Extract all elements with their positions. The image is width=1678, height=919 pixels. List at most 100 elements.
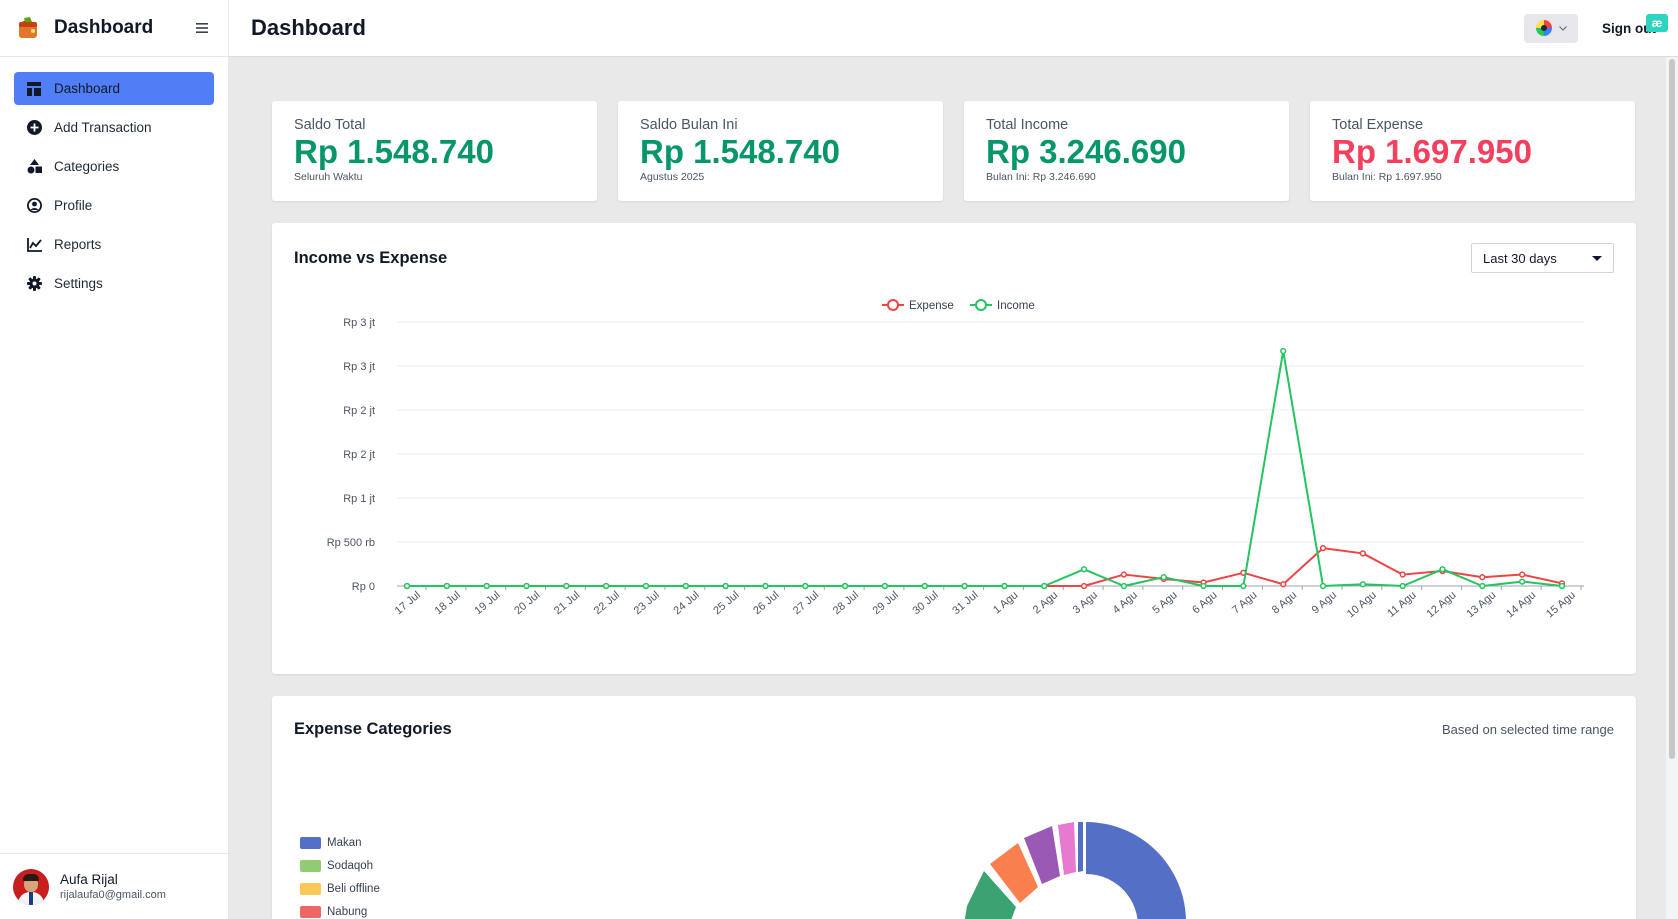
stat-card-total-income: Total Income Rp 3.246.690 Bulan Ini: Rp … bbox=[964, 101, 1289, 201]
stat-sub: Bulan Ini: Rp 1.697.950 bbox=[1332, 171, 1442, 183]
x-tick-label: 20 Jul bbox=[512, 589, 542, 617]
data-point bbox=[1359, 581, 1367, 588]
stat-label: Total Expense bbox=[1332, 117, 1424, 133]
sidebar-item-profile[interactable]: Profile bbox=[14, 189, 214, 222]
sidebar-nav: Dashboard Add Transaction Categories Pro… bbox=[0, 57, 228, 321]
stat-sub: Bulan Ini: Rp 3.246.690 bbox=[986, 171, 1096, 183]
data-point bbox=[1240, 582, 1247, 590]
legend-label: Income bbox=[997, 300, 1035, 312]
data-point bbox=[1519, 571, 1526, 578]
x-tick-label: 27 Jul bbox=[791, 589, 821, 617]
x-tick-label: 15 Agu bbox=[1544, 589, 1578, 620]
sidebar-item-add-transaction[interactable]: Add Transaction bbox=[14, 111, 214, 144]
expense-categories-card: Expense Categories Based on selected tim… bbox=[272, 696, 1636, 919]
data-point bbox=[483, 582, 490, 590]
x-tick-label: 24 Jul bbox=[672, 589, 702, 617]
data-point bbox=[881, 582, 889, 590]
data-point bbox=[1200, 582, 1207, 590]
data-point bbox=[1558, 582, 1566, 590]
gear-icon bbox=[26, 276, 42, 292]
y-tick-label: Rp 3 jt bbox=[343, 317, 375, 329]
sidebar: Dashboard Dashboard Add Transaction Cate… bbox=[0, 0, 229, 919]
data-point bbox=[642, 582, 650, 590]
expense-donut-chart bbox=[964, 822, 1186, 919]
x-tick-label: 21 Jul bbox=[552, 589, 582, 617]
x-tick-label: 31 Jul bbox=[950, 589, 980, 617]
data-point bbox=[1080, 582, 1088, 590]
x-tick-label: 13 Agu bbox=[1464, 589, 1498, 620]
language-selector[interactable] bbox=[1524, 13, 1578, 43]
page-title: Dashboard bbox=[251, 15, 366, 40]
data-point bbox=[1519, 578, 1526, 585]
x-tick-label: 26 Jul bbox=[751, 589, 781, 617]
income-expense-card: Income vs Expense Last 30 days Rp 0 Rp 50… bbox=[272, 223, 1636, 674]
data-point bbox=[1280, 347, 1287, 355]
hamburger-menu-icon[interactable] bbox=[192, 18, 212, 38]
legend-marker bbox=[887, 299, 899, 311]
series-line-income bbox=[407, 350, 1563, 587]
data-point bbox=[523, 582, 530, 590]
x-tick-label: 17 Jul bbox=[393, 589, 423, 617]
x-tick-label: 3 Agu bbox=[1071, 589, 1100, 616]
stat-value: Rp 1.548.740 bbox=[294, 133, 494, 170]
stat-card-saldo-total: Saldo Total Rp 1.548.740 Seluruh Waktu bbox=[272, 101, 597, 201]
x-tick-label: 12 Agu bbox=[1424, 589, 1458, 620]
scrollbar-thumb[interactable] bbox=[1669, 59, 1675, 759]
x-tick-label: 19 Jul bbox=[472, 589, 502, 617]
x-tick-label: 29 Jul bbox=[871, 589, 901, 617]
x-tick-label: 8 Agu bbox=[1270, 589, 1299, 616]
y-tick-label: Rp 1 jt bbox=[343, 493, 375, 505]
x-tick-label: 28 Jul bbox=[831, 589, 861, 617]
data-point bbox=[1319, 545, 1327, 552]
data-point bbox=[961, 582, 968, 590]
y-tick-label: Rp 3 jt bbox=[343, 361, 375, 373]
data-point bbox=[682, 582, 689, 590]
sidebar-item-label: Add Transaction bbox=[54, 120, 152, 135]
stat-card-saldo-bulan-ini: Saldo Bulan Ini Rp 1.548.740 Agustus 202… bbox=[618, 101, 943, 201]
user-profile[interactable]: Aufa Rijal rijalaufa0@gmail.com bbox=[0, 853, 229, 919]
data-point bbox=[563, 582, 570, 590]
brand: Dashboard bbox=[0, 0, 228, 57]
plus-circle-icon bbox=[26, 120, 42, 136]
sidebar-item-label: Settings bbox=[54, 276, 103, 291]
sidebar-item-dashboard[interactable]: Dashboard bbox=[14, 72, 214, 105]
data-point bbox=[841, 582, 849, 590]
x-tick-label: 9 Agu bbox=[1310, 589, 1339, 616]
stat-label: Saldo Total bbox=[294, 117, 366, 133]
x-tick-label: 7 Agu bbox=[1230, 589, 1259, 616]
sidebar-item-label: Categories bbox=[54, 159, 120, 174]
y-tick-label: Rp 500 rb bbox=[327, 537, 375, 549]
sidebar-item-settings[interactable]: Settings bbox=[14, 267, 214, 300]
stat-value: Rp 1.697.950 bbox=[1332, 133, 1532, 170]
data-point bbox=[1120, 582, 1128, 590]
data-point bbox=[1479, 582, 1486, 590]
avatar bbox=[13, 868, 49, 905]
x-tick-label: 25 Jul bbox=[711, 589, 741, 617]
stat-sub: Seluruh Waktu bbox=[294, 171, 363, 183]
data-point bbox=[762, 582, 769, 590]
user-circle-icon bbox=[26, 198, 42, 214]
x-tick-label: 22 Jul bbox=[592, 589, 622, 617]
main-content: Saldo Total Rp 1.548.740 Seluruh Waktu S… bbox=[272, 101, 1636, 919]
language-flag-icon bbox=[1536, 20, 1552, 36]
legend-marker bbox=[975, 299, 987, 311]
data-point bbox=[1399, 571, 1406, 578]
sidebar-item-label: Profile bbox=[54, 198, 93, 213]
data-point bbox=[1319, 582, 1327, 590]
chevron-down-icon bbox=[1559, 25, 1567, 31]
data-point bbox=[1359, 550, 1367, 557]
extension-badge-icon[interactable]: æ bbox=[1646, 14, 1668, 32]
x-tick-label: 11 Agu bbox=[1385, 589, 1418, 620]
x-tick-label: 10 Agu bbox=[1345, 589, 1379, 620]
x-tick-label: 6 Agu bbox=[1190, 589, 1219, 616]
dashboard-icon bbox=[26, 81, 42, 97]
sidebar-item-categories[interactable]: Categories bbox=[14, 150, 214, 183]
x-tick-label: 4 Agu bbox=[1111, 589, 1140, 616]
data-point bbox=[1160, 574, 1167, 581]
stat-sub: Agustus 2025 bbox=[640, 171, 705, 183]
x-tick-label: 5 Agu bbox=[1150, 589, 1179, 616]
sidebar-item-reports[interactable]: Reports bbox=[14, 228, 214, 261]
page-scrollbar[interactable] bbox=[1666, 57, 1678, 919]
sidebar-item-label: Dashboard bbox=[54, 81, 121, 96]
data-point bbox=[1080, 566, 1088, 573]
